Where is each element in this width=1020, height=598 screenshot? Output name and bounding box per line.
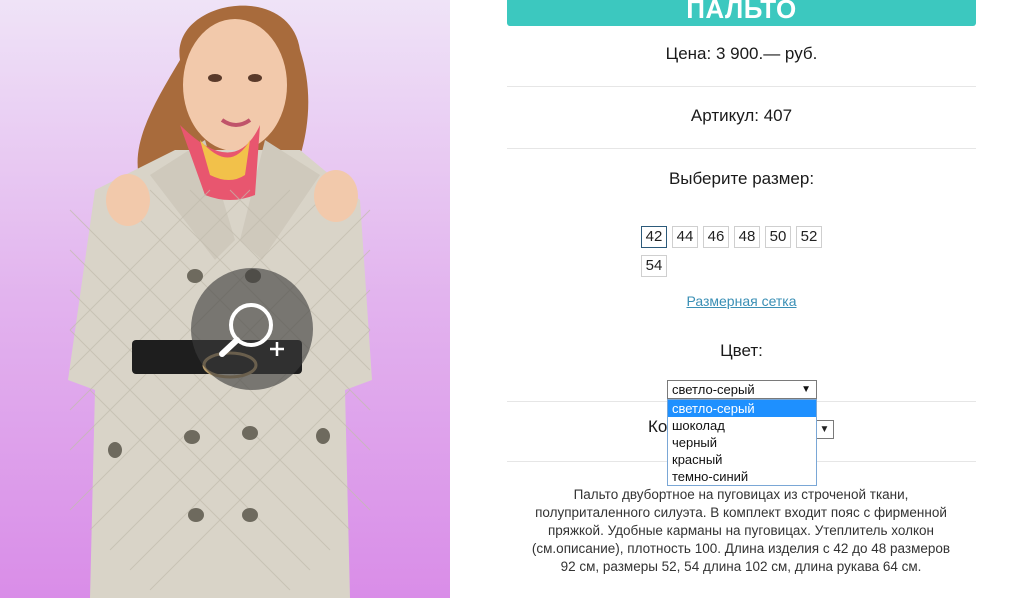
size-button-42[interactable]: 42 bbox=[641, 226, 667, 248]
divider bbox=[507, 148, 976, 149]
dropdown-arrow-icon: ▼ bbox=[801, 384, 811, 395]
zoom-in-icon bbox=[219, 303, 284, 357]
price-text: Цена: 3 900.— руб. bbox=[665, 44, 818, 63]
color-select[interactable]: светло-серый ▼ bbox=[667, 380, 817, 399]
color-label: Цвет: bbox=[720, 341, 763, 360]
size-button-48[interactable]: 48 bbox=[734, 226, 760, 248]
size-chart-link[interactable]: Размерная сетка bbox=[507, 293, 976, 309]
dropdown-arrow-icon: ▼ bbox=[819, 424, 830, 435]
size-button-52[interactable]: 52 bbox=[796, 226, 822, 248]
color-option[interactable]: красный bbox=[668, 451, 816, 468]
choose-size-label: Выберите размер: bbox=[668, 169, 815, 188]
color-option[interactable]: темно-синий bbox=[668, 468, 816, 485]
quantity-select[interactable]: ▼ bbox=[816, 420, 834, 439]
divider bbox=[507, 86, 976, 87]
product-photo[interactable] bbox=[0, 0, 450, 598]
color-option[interactable]: светло-серый bbox=[668, 400, 816, 417]
product-description: Пальто двубортное на пуговицах из строче… bbox=[531, 487, 951, 574]
size-button-46[interactable]: 46 bbox=[703, 226, 729, 248]
article-text: Артикул: 407 bbox=[690, 106, 793, 125]
size-button-54[interactable]: 54 bbox=[641, 255, 667, 277]
size-button-44[interactable]: 44 bbox=[672, 226, 698, 248]
quantity-label: Ко bbox=[648, 417, 668, 436]
zoom-button[interactable] bbox=[191, 268, 313, 390]
color-option[interactable]: черный bbox=[668, 434, 816, 451]
color-select-value: светло-серый bbox=[672, 382, 755, 397]
size-button-50[interactable]: 50 bbox=[765, 226, 791, 248]
product-title: ПАЛЬТО bbox=[507, 0, 976, 26]
color-dropdown-list: светло-серый шоколад черный красный темн… bbox=[667, 399, 817, 486]
color-option[interactable]: шоколад bbox=[668, 417, 816, 434]
